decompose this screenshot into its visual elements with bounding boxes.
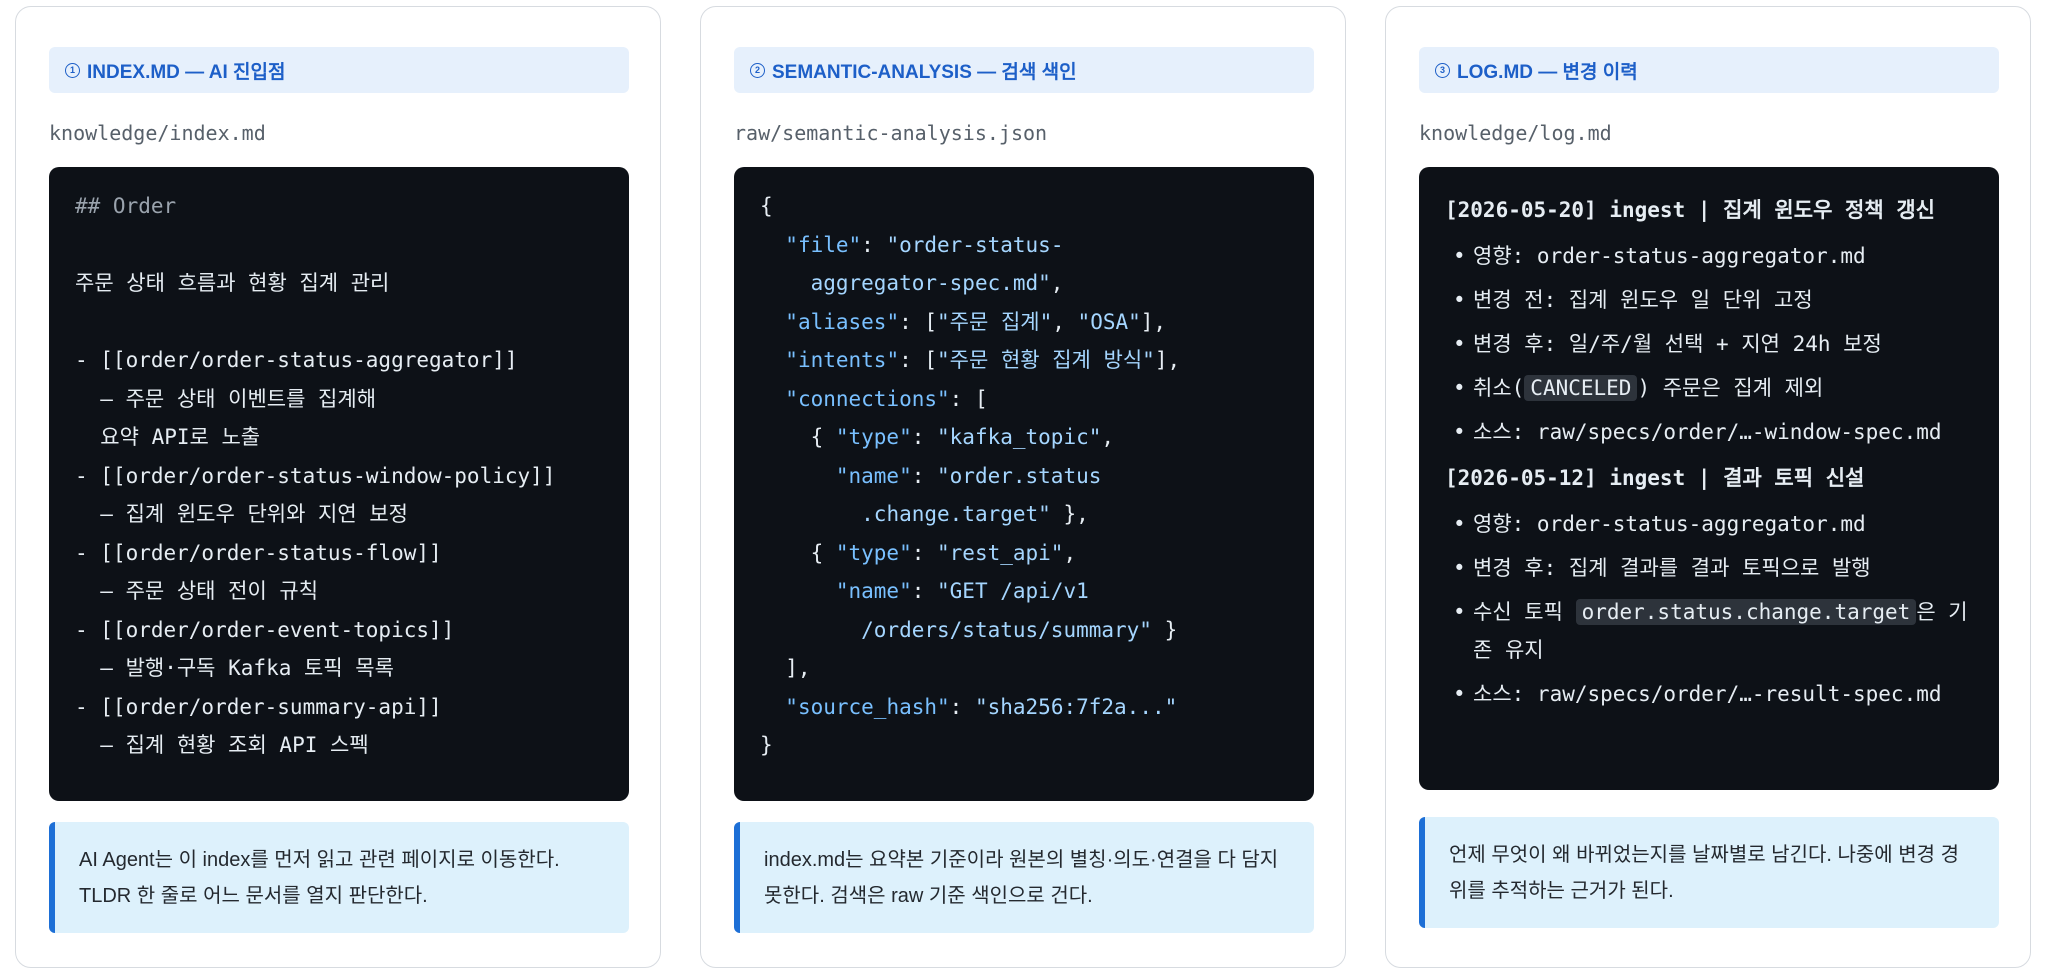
- inline-code-chip: CANCELED: [1524, 375, 1638, 401]
- log-item: 변경 전: 집계 윈도우 일 단위 고정: [1445, 281, 1973, 319]
- code-line: - [[order/order-event-topics]]: [75, 617, 455, 642]
- code-line: ],: [760, 656, 811, 680]
- code-line: - [[order/order-summary-api]]: [75, 694, 442, 719]
- code-line: - [[order/order-status-aggregator]]: [75, 348, 518, 372]
- log-item: 수신 토픽 order.status.change.target은 기존 유지: [1445, 593, 1973, 669]
- code-line: 주문 상태 흐름과 현황 집계 관리: [75, 271, 390, 295]
- card-title: INDEX.MD — AI 진입점: [87, 61, 286, 83]
- code-line: "intents": ["주문 현황 집계 방식"],: [785, 348, 1181, 372]
- code-block: [2026-05-20] ingest | 집계 윈도우 정책 갱신 영향: o…: [1419, 167, 1999, 790]
- log-card: 3 LOG.MD — 변경 이력 knowledge/log.md [2026-…: [1385, 6, 2031, 968]
- log-item: 소스: raw/specs/order/…-window-spec.md: [1445, 413, 1973, 451]
- code-line: — 집계 현황 조회 API 스펙: [75, 733, 369, 757]
- log-item: 변경 후: 집계 결과를 결과 토픽으로 발행: [1445, 549, 1973, 587]
- note-callout: 언제 무엇이 왜 바뀌었는지를 날짜별로 남긴다. 나중에 변경 경위를 추적하…: [1419, 817, 1999, 928]
- code-line: 요약 API로 노출: [75, 425, 261, 449]
- note-callout: AI Agent는 이 index를 먼저 읽고 관련 페이지로 이동한다. T…: [49, 822, 629, 933]
- log-entry-list: 영향: order-status-aggregator.md 변경 후: 집계 …: [1445, 505, 1973, 713]
- code-line: }: [760, 733, 773, 757]
- file-path: raw/semantic-analysis.json: [734, 121, 1048, 145]
- code-line: "name": "order.status: [835, 463, 1102, 488]
- file-path: knowledge/index.md: [49, 121, 266, 145]
- card-header: 3 LOG.MD — 변경 이력: [1419, 47, 1999, 93]
- code-line: - [[order/order-status-flow]]: [75, 540, 442, 565]
- code-line: — 발행·구독 Kafka 토픽 목록: [75, 656, 394, 680]
- step-number-icon: 3: [1435, 62, 1450, 78]
- card-header: 1 INDEX.MD — AI 진입점: [49, 47, 629, 93]
- step-number-icon: 1: [65, 62, 80, 78]
- code-line: "file": "order-status-: [785, 232, 1064, 257]
- code-line: — 집계 윈도우 단위와 지연 보정: [75, 502, 408, 526]
- code-line: "name": "GET /api/v1: [835, 579, 1089, 603]
- log-entry-heading: [2026-05-12] ingest | 결과 토픽 신설: [1445, 466, 1865, 490]
- code-line: { "type": "kafka_topic",: [760, 425, 1115, 449]
- note-callout: index.md는 요약본 기준이라 원본의 별칭·의도·연결을 다 담지 못한…: [734, 822, 1314, 933]
- log-item: 취소(CANCELED) 주문은 집계 제외: [1445, 369, 1973, 407]
- inline-code-chip: order.status.change.target: [1575, 599, 1917, 625]
- step-number-icon: 2: [750, 62, 765, 78]
- card-title: LOG.MD — 변경 이력: [1457, 61, 1638, 83]
- log-item: 소스: raw/specs/order/…-result-spec.md: [1445, 675, 1973, 713]
- log-item: 영향: order-status-aggregator.md: [1445, 505, 1973, 543]
- index-card: 1 INDEX.MD — AI 진입점 knowledge/index.md #…: [15, 6, 661, 968]
- log-item: 영향: order-status-aggregator.md: [1445, 237, 1973, 275]
- code-line: — 주문 상태 전이 규칙: [75, 579, 319, 603]
- code-line: .change.target" },: [861, 502, 1089, 526]
- log-entry-list: 영향: order-status-aggregator.md 변경 전: 집계 …: [1445, 237, 1973, 451]
- code-line: ## Order: [75, 194, 177, 218]
- code-line: "aliases": ["주문 집계", "OSA"],: [785, 309, 1167, 334]
- file-path: knowledge/log.md: [1419, 121, 1612, 145]
- code-line: /orders/status/summary" }: [861, 617, 1178, 642]
- code-line: "connections": [: [785, 386, 988, 411]
- card-header: 2 SEMANTIC-ANALYSIS — 검색 색인: [734, 47, 1314, 93]
- code-line: — 주문 상태 이벤트를 집계해: [75, 386, 377, 411]
- semantic-analysis-card: 2 SEMANTIC-ANALYSIS — 검색 색인 raw/semantic…: [700, 6, 1346, 968]
- code-block: ## Order 주문 상태 흐름과 현황 집계 관리 - [[order/or…: [49, 167, 629, 801]
- code-line: aggregator-spec.md",: [810, 271, 1064, 295]
- log-entry-heading: [2026-05-20] ingest | 집계 윈도우 정책 갱신: [1445, 198, 1935, 222]
- log-item: 변경 후: 일/주/월 선택 + 지연 24h 보정: [1445, 325, 1973, 363]
- card-title: SEMANTIC-ANALYSIS — 검색 색인: [772, 61, 1077, 83]
- code-line: { "type": "rest_api",: [760, 540, 1077, 565]
- code-line: {: [760, 194, 773, 218]
- code-line: "source_hash": "sha256:7f2a...": [785, 694, 1178, 719]
- code-line: - [[order/order-status-window-policy]]: [75, 463, 556, 488]
- code-block: { "file": "order-status- aggregator-spec…: [734, 167, 1314, 801]
